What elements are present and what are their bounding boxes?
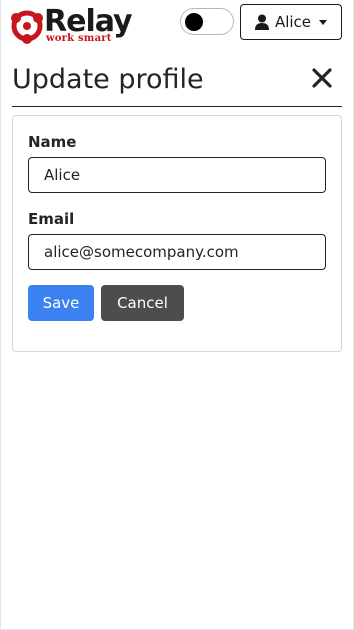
theme-toggle[interactable] [180,8,234,35]
brand-tagline: work smart [46,33,112,44]
page-header: Update profile [12,58,342,107]
email-field[interactable]: alice@somecompany.com [28,234,326,270]
user-menu-button[interactable]: Alice [240,4,342,40]
caret-down-icon [319,19,328,25]
name-label: Name [28,133,77,151]
toggle-knob [185,13,203,31]
name-field[interactable]: Alice [28,157,326,193]
user-menu-label: Alice [274,13,312,31]
brand-logo[interactable]: Relay work smart [10,6,133,44]
close-icon [312,68,332,88]
email-label: Email [28,210,75,228]
top-bar: Relay work smart Alice [0,0,354,48]
cancel-button[interactable]: Cancel [101,285,184,321]
page-title: Update profile [12,64,204,95]
relay-logo-icon [11,10,43,44]
close-button[interactable] [310,66,334,90]
user-icon [254,14,269,30]
profile-form-card: Name Alice Email alice@somecompany.com S… [12,115,342,352]
save-button[interactable]: Save [28,285,94,321]
